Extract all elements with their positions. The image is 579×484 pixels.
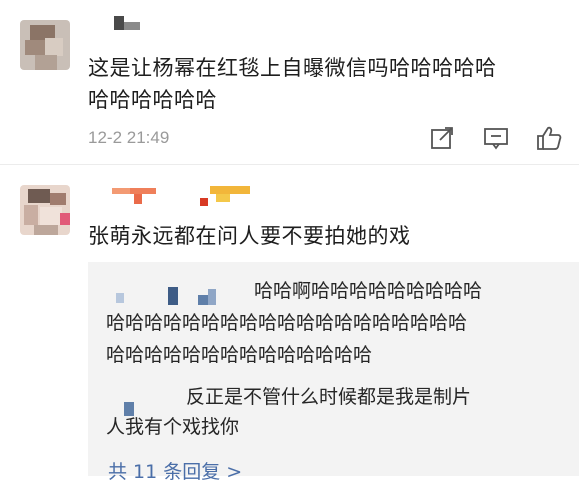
more-replies-link[interactable]: 共 11 条回复 > xyxy=(108,457,242,484)
reply-text: 哈哈哈哈哈哈哈哈哈哈哈哈哈哈 xyxy=(106,344,373,366)
reply-text: 人我有个戏找你 xyxy=(106,416,240,438)
like-icon[interactable] xyxy=(535,124,563,152)
divider xyxy=(0,164,579,165)
comment-text: 张萌永远都在问人要不要拍她的戏 xyxy=(88,224,411,248)
comment-icon[interactable] xyxy=(482,124,510,152)
username[interactable] xyxy=(112,14,142,34)
reply-text: 哈哈哈哈哈哈哈哈哈哈哈哈哈哈哈哈哈哈哈 xyxy=(106,312,468,334)
reply-text: 哈哈啊哈哈哈哈哈哈哈哈哈 xyxy=(254,280,483,302)
reply-list: 哈哈啊哈哈哈哈哈哈哈哈哈 哈哈哈哈哈哈哈哈哈哈哈哈哈哈哈哈哈哈哈 哈哈哈哈哈哈哈… xyxy=(88,262,579,483)
comment-text: 这是让杨幂在红毯上自曝微信吗哈哈哈哈哈 哈哈哈哈哈哈 xyxy=(88,56,497,112)
avatar[interactable] xyxy=(20,185,70,235)
reply-text: 反正是不管什么时候都是我是制片 xyxy=(186,386,472,408)
username[interactable] xyxy=(112,186,262,206)
avatar[interactable] xyxy=(20,20,70,70)
comment-time: 12-2 21:49 xyxy=(88,128,170,147)
reply-username[interactable] xyxy=(116,287,236,305)
share-icon[interactable] xyxy=(428,124,456,152)
